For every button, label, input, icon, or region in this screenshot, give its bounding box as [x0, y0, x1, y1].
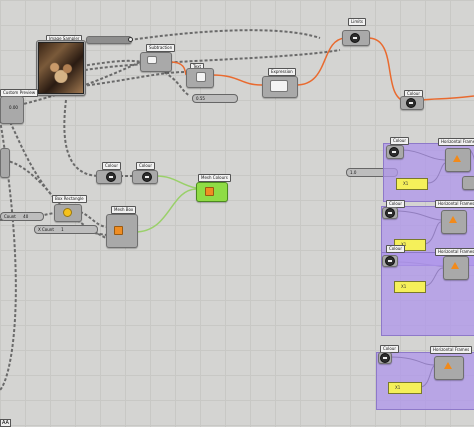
- group-2-hframe-label: Horizontal Frames: [435, 200, 474, 208]
- number-slider[interactable]: 0.55: [192, 94, 238, 103]
- group-1-hframe-icon: [453, 155, 461, 162]
- group-3-colour-icon: [385, 256, 395, 266]
- mesh-colours-icon: [205, 187, 214, 196]
- group-4-panel[interactable]: X1: [388, 382, 422, 394]
- group-3-hframe-label: Horizontal Frames: [435, 248, 474, 256]
- group-1-extra-node[interactable]: [462, 176, 474, 190]
- group-1-panel[interactable]: X1: [396, 178, 428, 190]
- colour-label-1: Colour: [102, 162, 121, 170]
- expression-body: [270, 80, 288, 92]
- custom-preview-value: 0.00: [9, 105, 18, 110]
- group-1-hframe-label: Horizontal Frames: [438, 138, 474, 146]
- colour-icon-1: [106, 172, 116, 182]
- limits-icon: [350, 33, 360, 43]
- group-1-colour-icon: [389, 147, 399, 157]
- mesh-wires: [134, 175, 197, 233]
- colour-icon-2: [142, 172, 152, 182]
- group-3-hframe-icon: [451, 262, 459, 269]
- sampled-image: [38, 42, 84, 94]
- group-2-hframe-icon: [449, 216, 457, 223]
- group-4-hframe-icon: [444, 362, 452, 369]
- group-4-hframe-label: Horizontal Frames: [430, 346, 473, 354]
- count-slider[interactable]: Count 40: [0, 212, 44, 221]
- slider-port: [128, 37, 133, 42]
- top-slider[interactable]: [86, 36, 132, 44]
- limits-label: Limits: [348, 18, 366, 26]
- group-3-colour-label: Colour: [386, 245, 405, 253]
- subtraction-body: [147, 56, 157, 64]
- mesh-box-label: Mesh Box: [111, 206, 137, 214]
- expression-label: Expression: [268, 68, 296, 76]
- box-rectangle-icon: [63, 208, 72, 217]
- colour-label-2: Colour: [136, 162, 155, 170]
- group-1-colour-label: Colour: [390, 137, 409, 145]
- colour-icon-top-right: [406, 98, 416, 108]
- count-value: 40: [23, 214, 29, 219]
- xcount-slider[interactable]: X Count 1: [34, 225, 98, 234]
- mesh-colours-label: Mesh Colours: [198, 174, 231, 182]
- group-3-panel[interactable]: X1: [394, 281, 426, 293]
- group-4-colour-icon: [380, 353, 390, 363]
- box-rectangle-label: Box Rectangle: [52, 195, 87, 203]
- text-body: [196, 72, 206, 82]
- xcount-label: X Count: [38, 227, 54, 232]
- count-label: Count: [4, 214, 16, 219]
- mesh-box-icon: [114, 226, 123, 235]
- left-edge-node[interactable]: [0, 148, 10, 178]
- group-2-colour-icon: [385, 208, 395, 218]
- custom-preview-node[interactable]: [0, 96, 24, 124]
- xcount-value: 1: [61, 227, 64, 232]
- subtraction-label: Subtraction: [146, 44, 176, 52]
